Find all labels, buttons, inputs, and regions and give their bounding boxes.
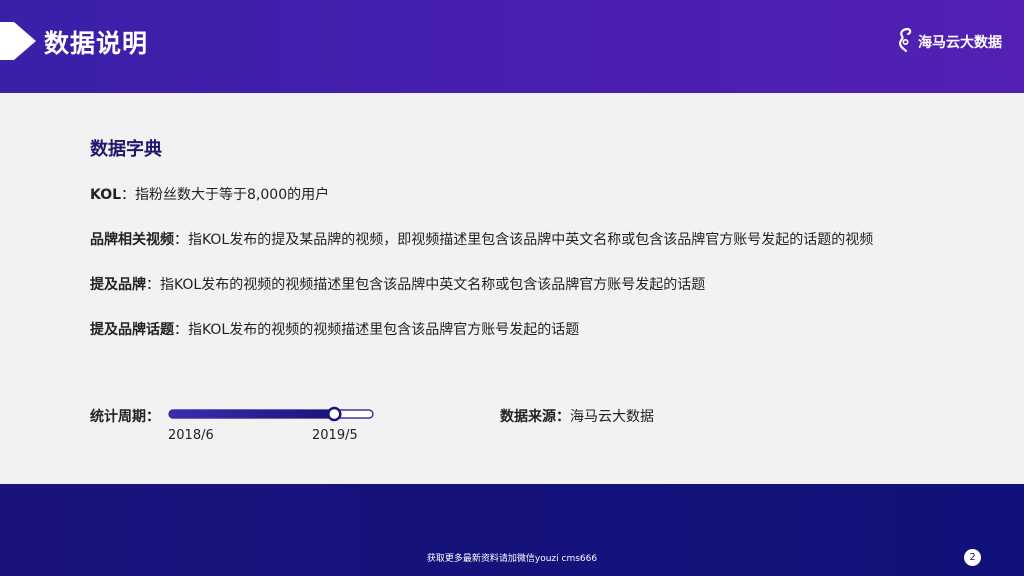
section-heading: 数据字典 <box>90 139 162 160</box>
definition-separator: ： <box>174 322 188 338</box>
data-source-label: 数据来源： <box>500 409 570 425</box>
definition-separator: ： <box>121 187 136 203</box>
period-timeline <box>168 406 374 422</box>
data-source: 数据来源：海马云大数据 <box>500 406 654 426</box>
title-tab-marker <box>0 22 14 60</box>
page-number-badge: 2 <box>964 549 981 566</box>
footer-note: 获取更多最新资料请加微信youzi cms666 <box>426 554 598 564</box>
data-source-value: 海马云大数据 <box>570 409 654 425</box>
timeline-fill <box>169 410 337 418</box>
definition-kol: KOL：指粉丝数大于等于8,000的用户 <box>90 184 329 204</box>
definition-separator: ： <box>146 277 160 293</box>
brand-logo: 海马云大数据 <box>896 27 1002 57</box>
definition-brand-topic: 提及品牌话题：指KOL发布的视频的视频描述里包含该品牌官方账号发起的话题 <box>90 319 579 339</box>
definition-text: 指粉丝数大于等于8,000的用户 <box>135 187 330 203</box>
period-label: 统计周期： <box>90 409 160 425</box>
definition-term: 提及品牌话题 <box>90 322 174 338</box>
definition-text: 指KOL发布的提及某品牌的视频，即视频描述里包含该品牌中英文名称或包含该品牌官方… <box>188 232 874 248</box>
definition-separator: ： <box>174 232 188 248</box>
definition-brand-video: 品牌相关视频：指KOL发布的提及某品牌的视频，即视频描述里包含该品牌中英文名称或… <box>90 229 873 249</box>
title-tab-arrow <box>14 22 36 60</box>
definition-term: KOL <box>90 187 122 203</box>
brand-name: 海马云大数据 <box>918 35 1002 51</box>
definition-text: 指KOL发布的视频的视频描述里包含该品牌官方账号发起的话题 <box>188 322 580 338</box>
definition-term: 提及品牌 <box>90 277 146 293</box>
header-bar: 数据说明 海马云大数据 <box>0 0 1024 93</box>
timeline-knob <box>327 406 342 422</box>
page-title: 数据说明 <box>44 29 149 58</box>
period-start-date: 2018/6 <box>168 428 214 443</box>
definition-text: 指KOL发布的视频的视频描述里包含该品牌中英文名称或包含该品牌官方账号发起的话题 <box>160 277 706 293</box>
period-end-date: 2019/5 <box>312 428 358 443</box>
definition-term: 品牌相关视频 <box>90 232 174 248</box>
seahorse-logo-icon <box>896 27 914 57</box>
definition-brand-mention: 提及品牌：指KOL发布的视频的视频描述里包含该品牌中英文名称或包含该品牌官方账号… <box>90 274 705 294</box>
